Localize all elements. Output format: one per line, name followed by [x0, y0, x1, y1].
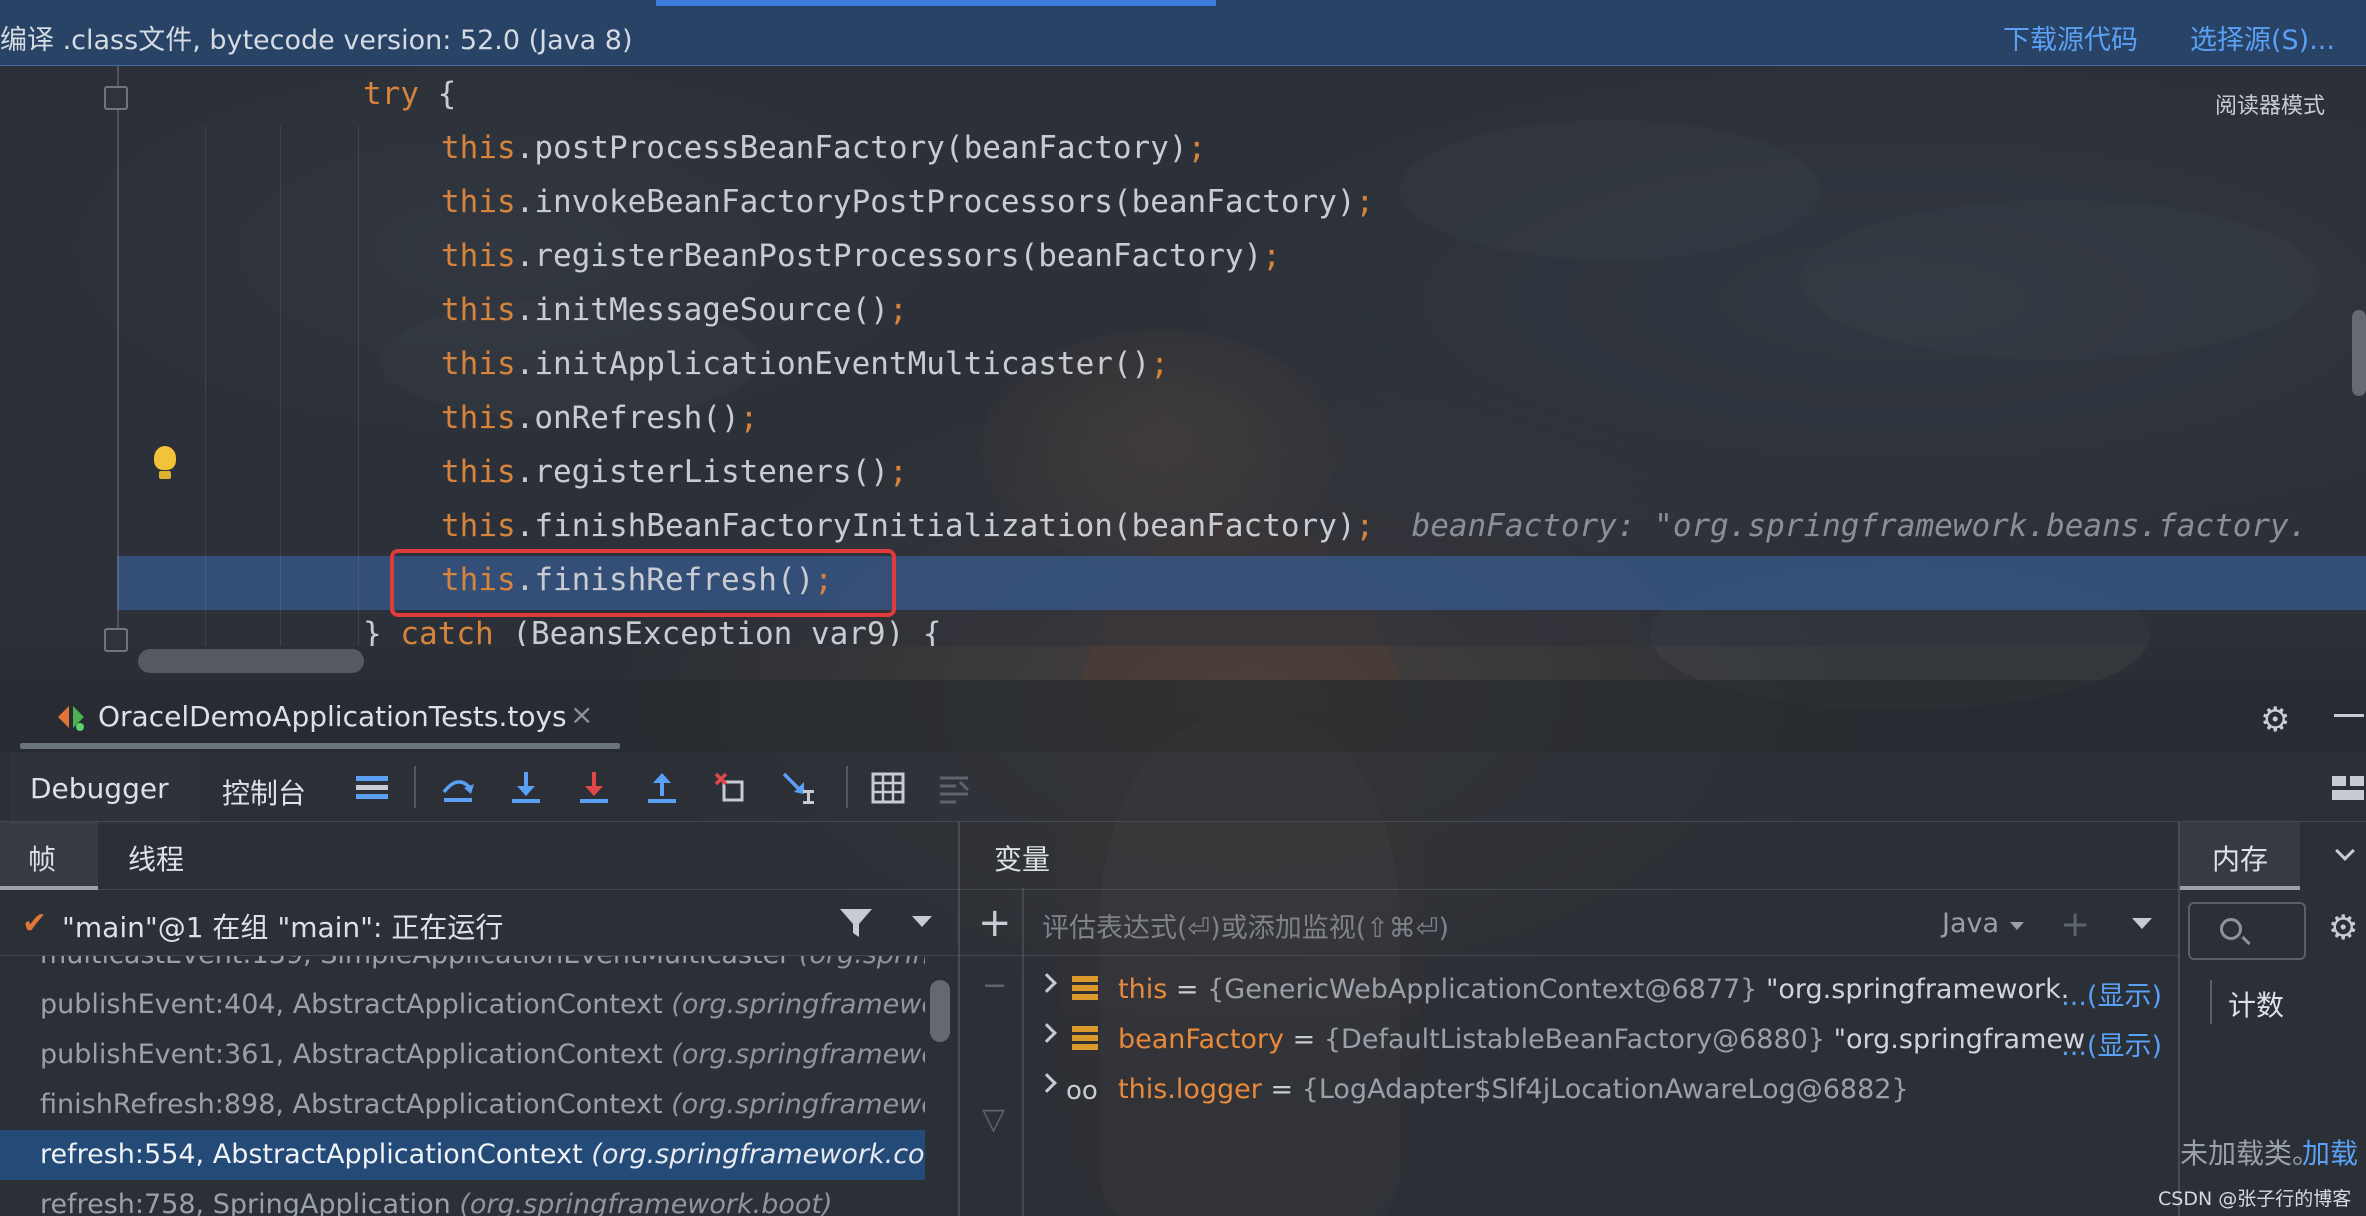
- drop-frame-icon[interactable]: [712, 770, 748, 806]
- indent-guide: [358, 126, 359, 646]
- fold-marker[interactable]: [104, 86, 128, 110]
- add-watch-icon[interactable]: +: [978, 900, 1012, 946]
- layout-icon[interactable]: [354, 770, 390, 806]
- selected-frame[interactable]: refresh:554, AbstractApplicationContext …: [0, 1130, 925, 1180]
- tab-debugger[interactable]: Debugger: [10, 752, 199, 825]
- tab-console[interactable]: 控制台: [222, 772, 306, 812]
- debugger-toolbar: Debugger 控制台: [0, 752, 2366, 825]
- expand-arrow-icon[interactable]: [1037, 1073, 1057, 1093]
- trace-stream-icon[interactable]: [936, 770, 972, 806]
- lightbulb-icon[interactable]: [150, 446, 180, 484]
- download-source-link[interactable]: 下载源代码: [2003, 18, 2138, 57]
- inline-value-hint: beanFactory: "org.springframework.beans.…: [1411, 508, 2308, 544]
- chevron-down-icon[interactable]: [2132, 918, 2152, 929]
- evaluate-expression-icon[interactable]: [870, 770, 906, 806]
- indent-guide: [280, 126, 281, 646]
- remove-watch-icon[interactable]: −: [982, 968, 1007, 1003]
- frames-scrollbar[interactable]: [930, 980, 950, 1042]
- thread-status: "main"@1 在组 "main": 正在运行: [62, 911, 504, 944]
- variables-title: 变量: [994, 843, 1051, 876]
- indent-guide: [205, 126, 206, 646]
- list-item[interactable]: finishRefresh:898, AbstractApplicationCo…: [0, 1080, 925, 1130]
- step-out-icon[interactable]: [644, 770, 680, 806]
- code-line: this.invokeBeanFactoryPostProcessors(bea…: [441, 184, 1375, 220]
- language-select[interactable]: Java: [1942, 908, 1999, 939]
- memory-search-input[interactable]: [2188, 902, 2306, 960]
- variable-row[interactable]: oo this.logger = {LogAdapter$Slf4jLocati…: [1030, 1070, 2170, 1116]
- close-icon[interactable]: ×: [570, 698, 593, 731]
- force-step-into-icon[interactable]: [576, 770, 612, 806]
- evaluate-bar: + 评估表达式(⏎)或添加监视(⇧⌘⏎) Java +: [960, 890, 2180, 956]
- check-icon: ✔: [22, 906, 48, 941]
- code-line: this.finishBeanFactoryInitialization(bea…: [441, 508, 2308, 544]
- step-over-icon[interactable]: [440, 770, 476, 806]
- run-config-label: OracelDemoApplicationTests.toys: [98, 700, 567, 733]
- code-line: this.initApplicationEventMulticaster();: [441, 346, 1169, 382]
- list-item[interactable]: publishEvent:361, AbstractApplicationCon…: [0, 1030, 925, 1080]
- chevron-down-icon[interactable]: [2335, 841, 2355, 861]
- stack-frame-list[interactable]: multicastEvent:139, SimpleApplicationEve…: [0, 956, 925, 1216]
- code-editor[interactable]: 阅读器模式 try { this.postProcessBeanFactory(…: [0, 66, 2366, 673]
- field-icon: [1072, 1026, 1098, 1054]
- horizontal-scrollbar[interactable]: [138, 649, 364, 673]
- tab-threads[interactable]: 线程: [128, 838, 184, 878]
- watch-glasses-icon: oo: [1066, 1076, 1098, 1106]
- run-config-tab[interactable]: OracelDemoApplicationTests.toys ×: [20, 680, 620, 752]
- code-line: this.onRefresh();: [441, 400, 759, 436]
- decompiled-notice-bar: 编译 .class文件, bytecode version: 52.0 (Jav…: [0, 0, 2366, 66]
- tab-frames[interactable]: 帧: [28, 838, 56, 878]
- evaluate-input[interactable]: 评估表达式(⏎)或添加监视(⇧⌘⏎): [1042, 906, 1449, 945]
- step-into-icon[interactable]: [508, 770, 544, 806]
- highlight-box: [390, 549, 896, 617]
- code-line: try {: [363, 76, 457, 112]
- expand-arrow-icon[interactable]: [1037, 973, 1057, 993]
- minimize-icon[interactable]: [2334, 714, 2364, 717]
- variable-row[interactable]: beanFactory = {DefaultListableBeanFactor…: [1030, 1020, 2170, 1066]
- code-line: } catch (BeansException var9) {: [363, 616, 942, 646]
- variables-panel: 变量 + 评估表达式(⏎)或添加监视(⇧⌘⏎) Java + − ▽ this …: [960, 822, 2180, 1216]
- memory-panel: 内存 ⚙ 计数 未加载类。 加载: [2180, 822, 2366, 1216]
- watermark: CSDN @张子行的博客: [2158, 1188, 2352, 1210]
- search-icon: [2220, 918, 2242, 940]
- expand-arrow-icon[interactable]: [1037, 1023, 1057, 1043]
- gutter-divider: [117, 66, 119, 646]
- active-tab-indicator: [656, 0, 1216, 6]
- variable-row[interactable]: this = {GenericWebApplicationContext@687…: [1030, 970, 2170, 1016]
- code-line: this.registerBeanPostProcessors(beanFact…: [441, 238, 1281, 274]
- thread-selector[interactable]: ✔ "main"@1 在组 "main": 正在运行: [0, 890, 960, 956]
- code-line: this.postProcessBeanFactory(beanFactory)…: [441, 130, 1207, 166]
- restore-layout-icon[interactable]: [2330, 770, 2366, 806]
- gear-icon[interactable]: ⚙: [2328, 908, 2358, 948]
- chevron-down-icon[interactable]: [2010, 922, 2024, 930]
- load-classes-link[interactable]: 加载: [2302, 1132, 2358, 1172]
- gear-icon[interactable]: ⚙: [2260, 700, 2290, 740]
- show-value-link[interactable]: ...(显示): [2061, 1024, 2162, 1063]
- classes-not-loaded-text: 未加载类。: [2180, 1137, 2321, 1170]
- list-item[interactable]: multicastEvent:139, SimpleApplicationEve…: [0, 956, 925, 980]
- run-to-cursor-icon[interactable]: [780, 770, 816, 806]
- test-run-icon: [58, 706, 84, 731]
- move-down-icon[interactable]: ▽: [982, 1102, 1005, 1137]
- list-item[interactable]: publishEvent:404, AbstractApplicationCon…: [0, 980, 925, 1030]
- fold-marker[interactable]: [104, 628, 128, 652]
- frames-panel: 帧 线程 ✔ "main"@1 在组 "main": 正在运行 multicas…: [0, 822, 960, 1216]
- show-value-link[interactable]: ...(显示): [2061, 974, 2162, 1013]
- notice-text: 编译 .class文件, bytecode version: 52.0 (Jav…: [0, 25, 633, 56]
- debug-tool-window-header: OracelDemoApplicationTests.toys × ⚙: [0, 680, 2366, 752]
- filter-icon[interactable]: [838, 906, 874, 940]
- code-line: this.initMessageSource();: [441, 292, 908, 328]
- list-item[interactable]: refresh:758, SpringApplication (org.spri…: [0, 1180, 925, 1216]
- vertical-scrollbar[interactable]: [2352, 310, 2366, 396]
- count-column-header[interactable]: 计数: [2228, 984, 2284, 1024]
- reader-mode-button[interactable]: 阅读器模式: [2215, 88, 2325, 120]
- add-to-watches-icon[interactable]: +: [2060, 904, 2090, 945]
- code-line: this.registerListeners();: [441, 454, 908, 490]
- choose-source-link[interactable]: 选择源(S)...: [2190, 18, 2335, 57]
- field-icon: [1072, 976, 1098, 1004]
- tab-memory[interactable]: 内存: [2212, 838, 2268, 878]
- chevron-down-icon[interactable]: [912, 916, 932, 927]
